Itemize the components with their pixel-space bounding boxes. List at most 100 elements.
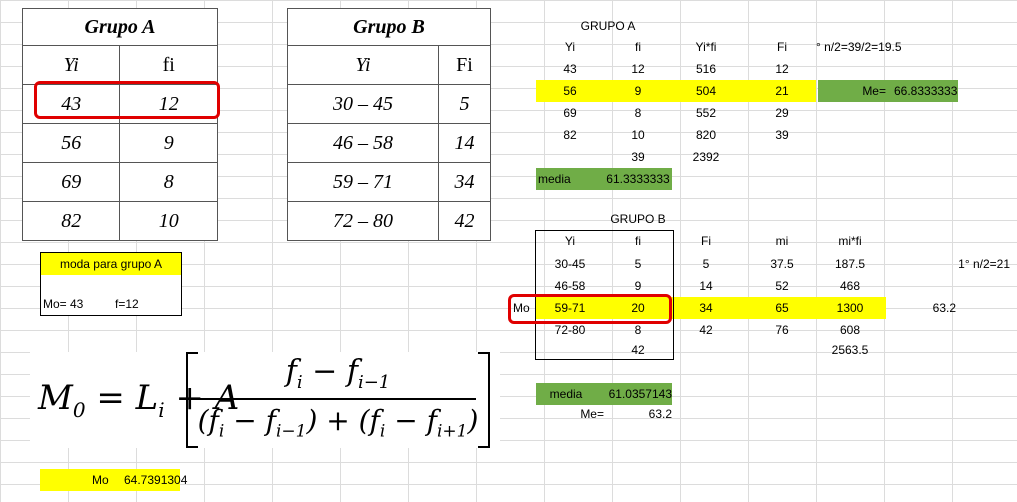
sheet-a-row2-fcum[interactable]: 21	[748, 80, 816, 102]
sheet-b-row2-mi[interactable]: 52	[748, 275, 816, 297]
grupo-b-image-table: Grupo B Yi Fi 30 – 45 5 46 – 58 14 59 – 71…	[287, 8, 491, 241]
moda-box-mo: Mo= 43	[43, 297, 84, 311]
sheet-b-row1-mi[interactable]: 37.5	[748, 253, 816, 275]
sheet-b-header-mi: mi	[775, 234, 789, 248]
grupo-b-cell: 30 – 45	[287, 84, 439, 124]
sheet-a-row1-yifi[interactable]: 516	[672, 58, 740, 80]
sheet-b-header-yi: Yi	[564, 234, 576, 248]
sheet-b-row1-mifi[interactable]: 187.5	[816, 253, 884, 275]
sheet-a-row4-fi[interactable]: 10	[604, 124, 672, 146]
sheet-b-row4-mifi[interactable]: 608	[816, 319, 884, 341]
sheet-b-total-mifi[interactable]: 2563.5	[816, 339, 884, 361]
sheet-b-row3-extra[interactable]: 63.2	[888, 297, 956, 319]
sheet-b-row1-fi[interactable]: 5	[604, 253, 672, 275]
sheet-a-note: ° n/2=39/2=19.5	[816, 40, 902, 54]
grupo-a-col-yi: Yi	[21, 45, 121, 85]
formula-li-sub: i	[158, 397, 165, 422]
mo-result-value: 64.7391304	[124, 473, 188, 487]
sheet-b-title: GRUPO B	[610, 212, 666, 226]
sheet-a-row2-fi[interactable]: 9	[604, 80, 672, 102]
sheet-a-total-yifi[interactable]: 2392	[672, 146, 740, 168]
formula-den-close: )	[467, 404, 479, 437]
sheet-a-header-yi: Yi	[564, 40, 576, 54]
grupo-a-col-fi: fi	[119, 45, 218, 85]
grupo-a-cell: 82	[21, 201, 121, 241]
grupo-b-cell: 59 – 71	[287, 162, 439, 202]
grupo-a-image-table: Grupo A Yi fi 43 12 56 9 69 8 82 10	[21, 8, 218, 241]
formula-num-minus: − f	[302, 354, 358, 389]
sheet-a-title: GRUPO A	[580, 19, 636, 33]
grupo-b-cell: 34	[438, 162, 491, 202]
sheet-b-row3-fi[interactable]: 20	[604, 297, 672, 319]
formula-lhs-sub: 0	[72, 397, 86, 422]
grupo-b-cell: 46 – 58	[287, 123, 439, 163]
sheet-b-row3-mi[interactable]: 65	[748, 297, 816, 319]
sheet-b-media-label: media	[549, 387, 583, 401]
formula-num-f: f	[285, 354, 297, 389]
sheet-b-row4-mi[interactable]: 76	[748, 319, 816, 341]
grupo-a-cell: 9	[119, 123, 218, 163]
sheet-a-row4-yi[interactable]: 82	[536, 124, 604, 146]
sheet-a-row2-yi[interactable]: 56	[536, 80, 604, 102]
grupo-a-cell: 10	[119, 201, 218, 241]
sheet-a-header-yifi: Yi*fi	[695, 40, 717, 54]
grupo-b-col-fi: Fi	[438, 45, 491, 85]
sheet-b-row2-fcum[interactable]: 14	[672, 275, 740, 297]
sheet-b-row3-mifi[interactable]: 1300	[816, 297, 884, 319]
sheet-a-row3-yi[interactable]: 69	[536, 102, 604, 124]
sheet-a-row4-yifi[interactable]: 820	[672, 124, 740, 146]
grupo-a-cell: 8	[119, 162, 218, 202]
sheet-b-total-fi[interactable]: 42	[604, 339, 672, 361]
sheet-a-me-value: 66.8333333	[894, 84, 958, 98]
sheet-a-me-label: Me=	[862, 84, 886, 98]
grupo-a-cell: 12	[119, 84, 218, 124]
sheet-b-me-value[interactable]: 63.2	[604, 403, 672, 425]
sheet-b-row3-yi[interactable]: 59-71	[536, 297, 604, 319]
formula-fraction-bar	[198, 398, 476, 400]
formula-lhs: M	[38, 378, 73, 418]
moda-box: moda para grupo A Mo= 43 f=12	[40, 252, 182, 316]
sheet-b-row1-yi[interactable]: 30-45	[536, 253, 604, 275]
sheet-b-mo-label: Mo	[513, 301, 530, 315]
sheet-b-row4-fi[interactable]: 8	[604, 319, 672, 341]
sheet-b-row4-yi[interactable]: 72-80	[536, 319, 604, 341]
moda-box-title: moda para grupo A	[41, 253, 181, 275]
grupo-a-title: Grupo A	[22, 8, 218, 46]
sheet-a-media-value: 61.3333333	[606, 172, 670, 186]
sheet-b-header-fi: fi	[635, 234, 641, 248]
mode-formula: M0 = Li + A fi − fi−1 (fi − fi−1) + (fi …	[38, 350, 498, 450]
grupo-b-title: Grupo B	[287, 8, 491, 46]
sheet-a-row2-yifi[interactable]: 504	[672, 80, 740, 102]
formula-den-sub4: i+1	[436, 421, 468, 442]
sheet-a-row3-fcum[interactable]: 29	[748, 102, 816, 124]
sheet-b-note: 1° n/2=21	[958, 257, 1010, 271]
sheet-b-row2-mifi[interactable]: 468	[816, 275, 884, 297]
sheet-a-row4-fcum[interactable]: 39	[748, 124, 816, 146]
grupo-b-cell: 5	[438, 84, 491, 124]
formula-eq: = L	[96, 378, 159, 418]
sheet-b-row2-yi[interactable]: 46-58	[536, 275, 604, 297]
grupo-a-cell: 69	[21, 162, 121, 202]
formula-den-plus: ) + (f	[306, 404, 380, 437]
sheet-b-row1-fcum[interactable]: 5	[672, 253, 740, 275]
sheet-b-row3-fcum[interactable]: 34	[672, 297, 740, 319]
sheet-a-media-label: media	[538, 172, 571, 186]
sheet-b-row4-fcum[interactable]: 42	[672, 319, 740, 341]
sheet-a-total-fi[interactable]: 39	[604, 146, 672, 168]
grupo-b-cell: 72 – 80	[287, 201, 439, 241]
mo-result[interactable]: Mo 64.7391304	[40, 469, 187, 491]
sheet-b-row2-fi[interactable]: 9	[604, 275, 672, 297]
sheet-a-header-fi-cum: Fi	[777, 40, 787, 54]
sheet-a-row1-fcum[interactable]: 12	[748, 58, 816, 80]
sheet-b-header-fcum: Fi	[701, 234, 711, 248]
sheet-a-row3-fi[interactable]: 8	[604, 102, 672, 124]
sheet-a-row1-fi[interactable]: 12	[604, 58, 672, 80]
sheet-a-row1-yi[interactable]: 43	[536, 58, 604, 80]
grupo-a-cell: 56	[21, 123, 121, 163]
grupo-b-cell: 14	[438, 123, 491, 163]
sheet-b-media-value: 61.0357143	[608, 387, 672, 401]
sheet-a-row3-yifi[interactable]: 552	[672, 102, 740, 124]
formula-den-sub2: i−1	[275, 421, 307, 442]
sheet-b-header-mifi: mi*fi	[838, 234, 862, 248]
formula-den-mid: − f	[224, 404, 276, 437]
